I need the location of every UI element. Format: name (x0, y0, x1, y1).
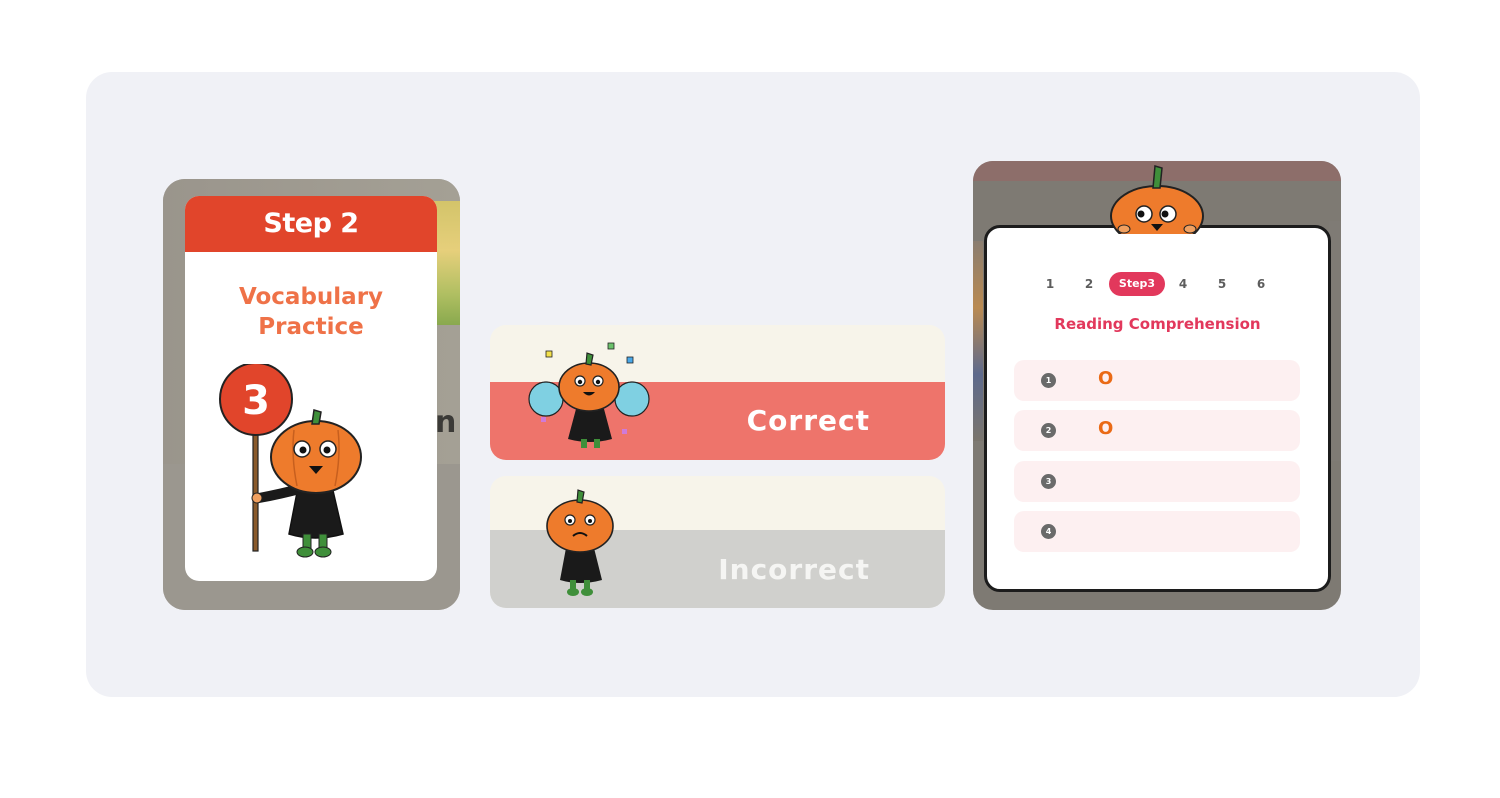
quiz-popup: 1 2 Step3 4 5 6 Reading Comprehension 1 … (984, 225, 1331, 592)
quiz-title: Reading Comprehension (1054, 315, 1261, 333)
question-number: 3 (1041, 474, 1056, 489)
pumpkin-mascot-cheer-icon (528, 342, 650, 448)
correct-label: Correct (746, 404, 870, 437)
reading-comprehension-card: 1 2 Step3 4 5 6 Reading Comprehension 1 … (973, 161, 1341, 610)
answer-mark: O (1098, 368, 1114, 389)
background-edge-left (973, 241, 983, 441)
pumpkin-mascot-sad-icon (546, 489, 614, 596)
question-row[interactable]: 2 O (1014, 410, 1300, 451)
pumpkin-mascot-sign-icon: 3 (219, 364, 362, 558)
step-title-line1: Vocabulary (238, 284, 384, 310)
step-2[interactable]: 2 (1079, 272, 1099, 296)
step-6[interactable]: 6 (1251, 272, 1271, 296)
question-row[interactable]: 3 (1014, 461, 1300, 502)
incorrect-feedback-banner: Incorrect (490, 476, 945, 608)
step-5[interactable]: 5 (1212, 272, 1232, 296)
step-4[interactable]: 4 (1173, 272, 1193, 296)
step-intro-card: n Step 2 Vocabulary Practice 3 (163, 179, 460, 610)
step-header: Step 2 (185, 196, 437, 252)
question-row[interactable]: 4 (1014, 511, 1300, 552)
step-popup: Step 2 Vocabulary Practice 3 (185, 196, 437, 581)
question-number: 1 (1041, 373, 1056, 388)
step-3-active[interactable]: Step3 (1109, 272, 1165, 296)
incorrect-label: Incorrect (718, 553, 870, 586)
question-row[interactable]: 1 O (1014, 360, 1300, 401)
pumpkin-mascot-peek-icon (1110, 165, 1204, 234)
step-indicator: 1 2 Step3 4 5 6 (987, 272, 1328, 296)
answer-mark: O (1098, 418, 1114, 439)
question-number: 4 (1041, 524, 1056, 539)
correct-feedback-banner: Correct (490, 325, 945, 460)
background-text: n (435, 405, 457, 440)
step-title-line2: Practice (258, 314, 364, 340)
sign-number: 3 (242, 378, 270, 424)
step-title: Vocabulary Practice (185, 282, 437, 342)
question-number: 2 (1041, 423, 1056, 438)
step-1[interactable]: 1 (1040, 272, 1060, 296)
